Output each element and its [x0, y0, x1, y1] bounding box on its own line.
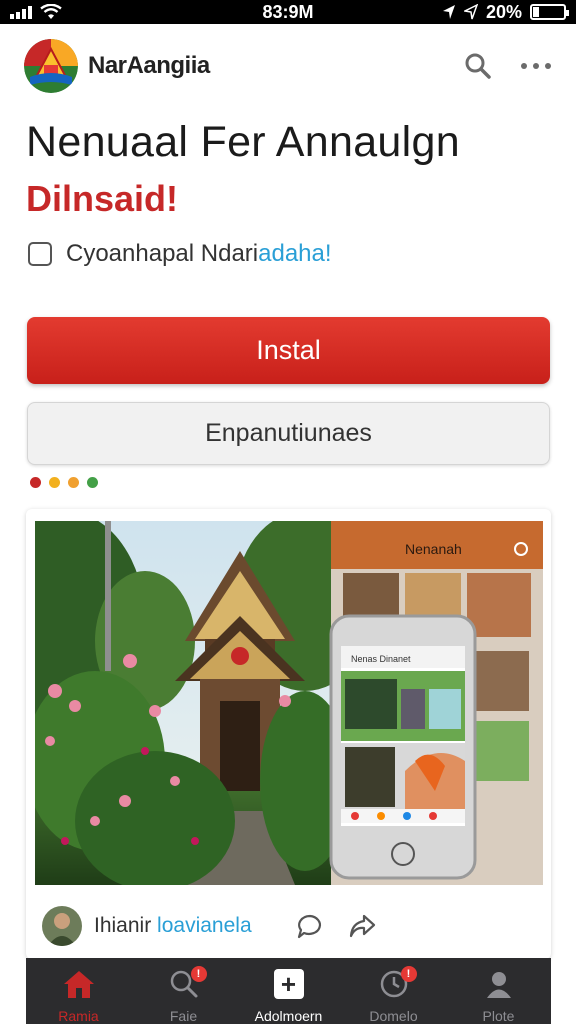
wifi-icon: [40, 4, 62, 19]
consent-text: Cyoanhapal Ndariadaha!: [66, 240, 332, 268]
page-title: Nenuaal Fer Annaulgn: [26, 118, 460, 166]
header-actions: [462, 50, 552, 82]
nav-item-search[interactable]: ! Faie: [134, 966, 234, 1024]
search-badge: !: [190, 966, 207, 982]
bottom-nav: Ramia ! Faie + Adolmoern ! Domelo Plote: [26, 958, 551, 1024]
recent-badge: !: [400, 966, 417, 982]
status-bar: 83:9M 20%: [0, 0, 576, 24]
search-icon: [465, 53, 491, 79]
secondary-button[interactable]: Enpanutiunaes: [27, 402, 550, 465]
location-icon-2: [463, 4, 478, 20]
consent-link[interactable]: adaha!: [258, 240, 331, 267]
status-left: [10, 4, 62, 20]
card-actions: [296, 913, 376, 939]
card-footer: Ihianir loavianela: [26, 893, 551, 959]
consent-checkbox[interactable]: [28, 242, 52, 266]
nav-item-home[interactable]: Ramia: [29, 968, 129, 1024]
page-subtitle: Dilnsaid!: [26, 178, 179, 219]
signal-icon: [10, 5, 32, 19]
battery-icon: [530, 4, 569, 20]
author-name: Ihianir: [94, 914, 152, 937]
author-line: Ihianir loavianela: [94, 914, 252, 938]
battery-percent: 20%: [485, 1, 522, 22]
pager-dot-0[interactable]: [30, 477, 41, 488]
more-icon: [521, 63, 551, 69]
nav-item-recent[interactable]: ! Domelo: [344, 966, 444, 1024]
comment-icon[interactable]: [296, 913, 324, 939]
nav-search-icon: !: [167, 966, 207, 1000]
nav-label-profile: Plote: [482, 1008, 515, 1024]
app-header: NarAangiia: [0, 24, 576, 108]
share-icon[interactable]: [348, 913, 376, 939]
pager-dot-2[interactable]: [68, 477, 79, 488]
plus-icon: +: [272, 968, 306, 1000]
profile-icon: [482, 968, 516, 1000]
nav-label-search: Faie: [169, 1008, 198, 1024]
status-right: 20%: [442, 1, 569, 23]
nav-label-recent: Domelo: [369, 1008, 418, 1024]
nav-label-home: Ramia: [58, 1008, 99, 1024]
more-button[interactable]: [520, 50, 552, 82]
app-logo: [24, 39, 78, 93]
location-icon: [442, 5, 455, 19]
author-avatar[interactable]: [42, 906, 82, 946]
feature-card[interactable]: Nenanah Nenas Dinanet Ihianir loavianela: [26, 509, 551, 959]
clock-icon: !: [377, 966, 417, 1000]
consent-label: Cyoanhapal Ndari: [66, 240, 259, 267]
search-button[interactable]: [462, 50, 494, 82]
author-link[interactable]: loavianela: [157, 914, 252, 937]
phone-inner-title: Nenas Dinanet: [351, 654, 411, 664]
consent-row[interactable]: Cyoanhapal Ndariadaha!: [28, 240, 332, 268]
nav-item-profile[interactable]: Plote: [449, 968, 549, 1024]
pager-dot-3[interactable]: [87, 477, 98, 488]
pager-dot-1[interactable]: [49, 477, 60, 488]
pager-dots: [30, 477, 98, 488]
phone-panel-title: Nenanah: [405, 541, 462, 557]
nav-item-add[interactable]: + Adolmoern: [239, 968, 339, 1024]
home-icon: [62, 968, 96, 1000]
card-image: Nenanah Nenas Dinanet: [35, 521, 543, 885]
nav-label-add: Adolmoern: [254, 1008, 323, 1024]
app-name: NarAangiia: [88, 52, 210, 79]
battery-fill: [533, 7, 539, 17]
install-button[interactable]: Instal: [27, 317, 550, 384]
